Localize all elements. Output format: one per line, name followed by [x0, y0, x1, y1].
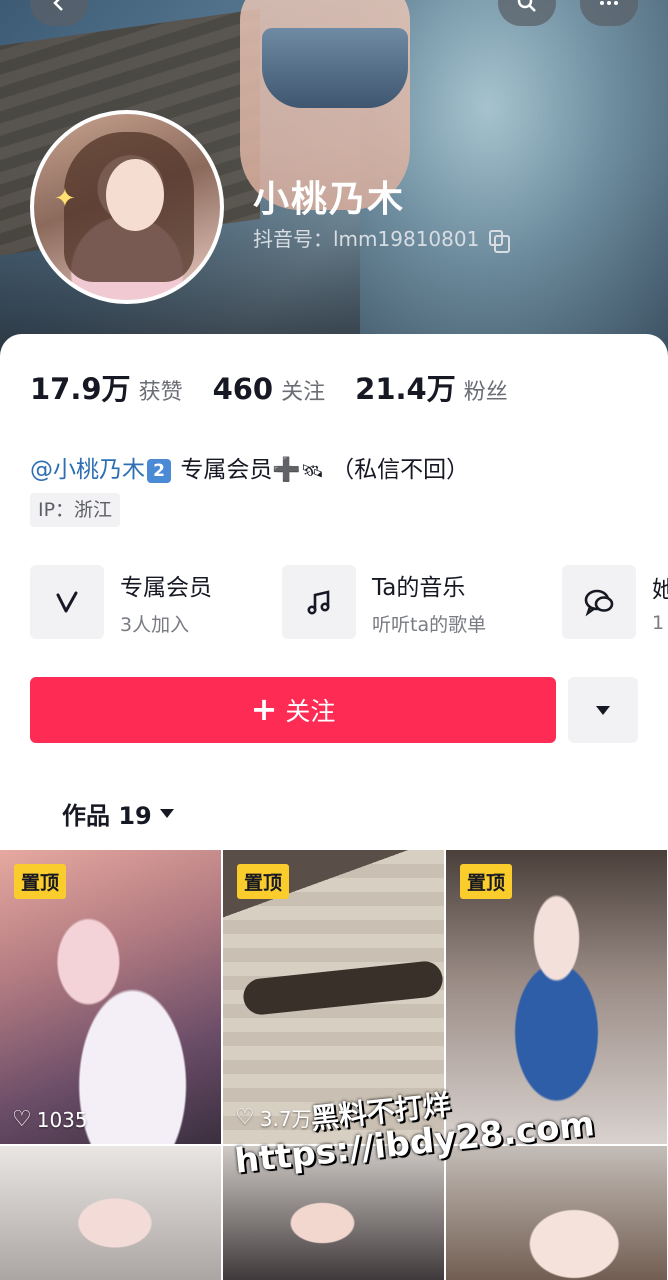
avatar[interactable]: ✦: [30, 110, 224, 304]
feature-music-sub: 听听ta的歌单: [372, 613, 487, 636]
feature-music-title: Ta的音乐: [372, 574, 466, 601]
back-arrow-icon: [53, 0, 63, 11]
avatar-face: [106, 159, 164, 231]
stat-likes-label: 获赞: [138, 380, 183, 405]
like-count-value: 1035: [36, 1107, 88, 1132]
stat-following-value: 460: [212, 372, 274, 406]
bio-text: 专属会员: [180, 457, 273, 483]
post-thumbnail[interactable]: [446, 1146, 667, 1280]
douyin-id-text: 抖音号：lmm19810801: [253, 227, 480, 251]
feature-membership-sub: 3人加入: [120, 613, 190, 636]
plus-icon: +: [250, 689, 278, 728]
back-button[interactable]: [30, 0, 88, 26]
tab-works[interactable]: 作品 19: [62, 796, 174, 831]
bio-mention[interactable]: @小桃乃木: [30, 457, 145, 483]
follow-button-label: 关注: [285, 697, 336, 726]
stats-row: 17.9万 获赞 460 关注 21.4万 粉丝: [30, 366, 538, 408]
more-icon: [600, 1, 618, 5]
stat-followers-value: 21.4万: [355, 372, 456, 406]
stat-following-label: 关注: [281, 380, 326, 405]
recommend-dropdown-button[interactable]: [568, 677, 638, 743]
profile-cover: ✦ 小桃乃木 抖音号：lmm19810801: [0, 0, 668, 370]
pinned-badge: 置顶: [237, 864, 290, 899]
feature-chat-title: 她: [652, 577, 668, 603]
keycap-two-icon: 2: [147, 459, 171, 483]
pinned-badge: 置顶: [460, 864, 513, 899]
stat-followers[interactable]: 21.4万 粉丝: [355, 366, 508, 408]
follow-button[interactable]: + 关注: [30, 677, 556, 743]
caret-down-icon: [159, 809, 174, 818]
sparkle-icon: ✦: [54, 184, 76, 214]
stat-likes[interactable]: 17.9万 获赞: [30, 366, 183, 408]
feature-music[interactable]: Ta的音乐 听听ta的歌单: [282, 564, 486, 640]
feature-entries: 专属会员 3人加入 Ta的音乐 听听ta的歌单 她 1: [30, 564, 668, 640]
plus-icon: ➕: [272, 457, 301, 483]
copy-icon[interactable]: [489, 229, 511, 253]
feature-membership[interactable]: 专属会员 3人加入: [30, 564, 212, 640]
bio-note: （私信不回）: [331, 457, 470, 483]
post-thumbnail[interactable]: 置顶 ♡ 1035: [0, 850, 221, 1144]
feature-membership-title: 专属会员: [120, 574, 212, 601]
post-thumbnail[interactable]: [0, 1146, 221, 1280]
feature-chat[interactable]: 她 1: [562, 564, 668, 640]
like-count: ♡ 1035: [12, 1107, 88, 1132]
chat-bubble-icon: [562, 565, 636, 639]
profile-name: 小桃乃木: [253, 179, 406, 220]
stat-following[interactable]: 460 关注: [213, 372, 326, 406]
v-logo-icon: [30, 565, 104, 639]
music-note-icon: [282, 565, 356, 639]
post-image-detail: [241, 959, 444, 1017]
douyin-id[interactable]: 抖音号：lmm19810801: [253, 223, 511, 253]
stat-likes-value: 17.9万: [30, 372, 131, 406]
search-icon: [517, 0, 536, 12]
tab-works-label: 作品 19: [62, 802, 152, 830]
caret-down-icon: [596, 705, 610, 715]
ip-location-tag: IP：浙江: [30, 493, 121, 527]
cover-clothing: [262, 28, 408, 108]
satellite-icon: 🛰: [300, 461, 324, 482]
heart-icon: ♡: [12, 1107, 32, 1132]
feature-chat-sub: 1: [652, 612, 665, 634]
pinned-badge: 置顶: [14, 864, 67, 899]
bio: @小桃乃木 2 专属会员➕🛰 （私信不回）: [30, 450, 469, 484]
stat-followers-label: 粉丝: [463, 380, 508, 405]
